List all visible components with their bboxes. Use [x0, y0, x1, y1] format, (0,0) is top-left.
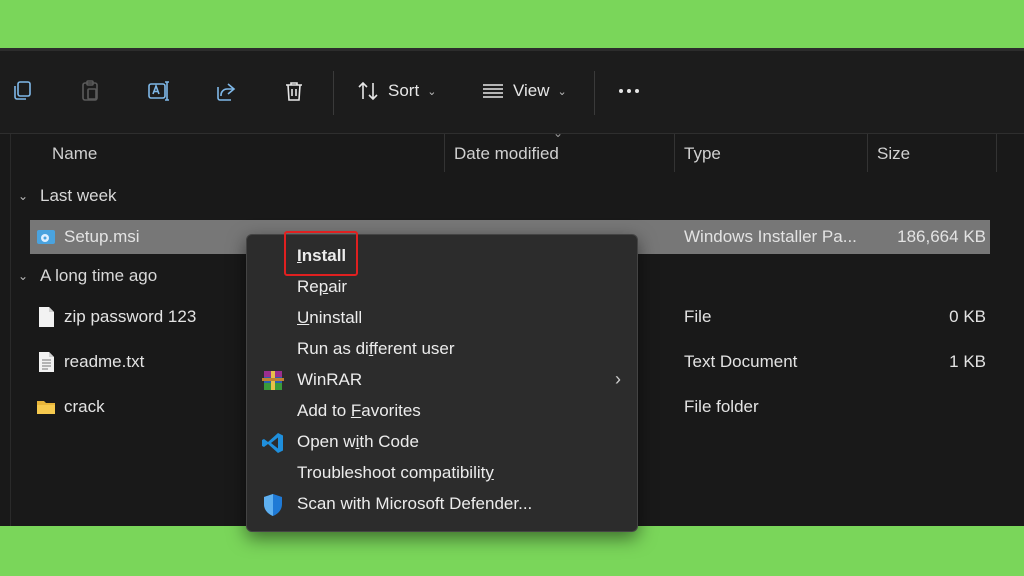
- toolbar-separator: [594, 71, 595, 115]
- file-type: Text Document: [684, 352, 798, 371]
- file-size: 0 KB: [949, 307, 986, 326]
- text-file-icon: [39, 352, 54, 372]
- install-highlight-box: [284, 231, 358, 276]
- share-icon[interactable]: [212, 77, 240, 105]
- sort-icon: [358, 81, 378, 101]
- menu-item-open-with-code[interactable]: Open with Code: [247, 427, 637, 458]
- menu-item-label: Scan with Microsoft Defender...: [297, 494, 533, 513]
- context-menu: Install Repair Uninstall Run as differen…: [246, 234, 638, 532]
- vscode-icon: [262, 433, 283, 453]
- chevron-right-icon: ›: [615, 369, 621, 389]
- file-type: File folder: [684, 397, 759, 416]
- folder-icon: [37, 401, 55, 414]
- menu-item-label: Open with Code: [297, 432, 419, 451]
- group-header-last-week[interactable]: ⌄ Last week: [18, 186, 117, 206]
- column-header-type[interactable]: Type: [684, 144, 721, 164]
- menu-item-repair[interactable]: Repair: [247, 272, 637, 303]
- menu-item-label: Add to Favorites: [297, 401, 421, 420]
- column-header-date[interactable]: Date modified: [454, 144, 559, 164]
- file-type: File: [684, 307, 712, 326]
- sort-indicator-icon: ⌄: [553, 126, 564, 140]
- menu-item-label: Run as different user: [297, 339, 455, 358]
- menu-item-uninstall[interactable]: Uninstall: [247, 303, 637, 334]
- menu-item-scan-with-defender[interactable]: Scan with Microsoft Defender...: [247, 489, 637, 520]
- file-name: readme.txt: [64, 352, 145, 371]
- view-icon: [483, 84, 503, 98]
- dot-icon: [619, 89, 623, 93]
- toolbar-separator: [333, 71, 334, 115]
- column-divider[interactable]: [444, 134, 445, 172]
- dot-icon: [627, 89, 631, 93]
- column-divider[interactable]: [996, 134, 997, 172]
- file-name: crack: [64, 397, 105, 416]
- menu-item-label: Uninstall: [297, 308, 363, 327]
- chevron-down-icon: ⌄: [427, 85, 437, 98]
- menu-item-label: Troubleshoot compatibility: [297, 463, 494, 482]
- rename-icon[interactable]: [144, 77, 172, 105]
- group-label: Last week: [40, 186, 117, 205]
- chevron-down-icon: ⌄: [18, 189, 29, 203]
- view-label: View: [513, 81, 550, 100]
- dot-icon: [635, 89, 639, 93]
- defender-shield-icon: [264, 494, 282, 516]
- column-header-row: Name Date modified Type Size: [0, 134, 1024, 172]
- column-divider[interactable]: [674, 134, 675, 172]
- view-button[interactable]: View ⌄: [481, 77, 567, 105]
- sort-label: Sort: [388, 81, 420, 100]
- delete-icon[interactable]: [280, 77, 308, 105]
- file-name: Setup.msi: [64, 227, 140, 246]
- file-type: Windows Installer Pa...: [684, 227, 857, 246]
- chevron-down-icon: ⌄: [557, 85, 567, 98]
- column-header-name[interactable]: Name: [52, 144, 97, 164]
- column-divider[interactable]: [867, 134, 868, 172]
- file-name: zip password 123: [64, 307, 197, 326]
- sort-button[interactable]: Sort ⌄: [356, 77, 436, 105]
- menu-item-label: Repair: [297, 277, 348, 296]
- file-icon: [39, 307, 54, 327]
- file-size: 186,664 KB: [897, 227, 986, 246]
- command-bar: Sort ⌄ View ⌄: [0, 51, 1024, 134]
- menu-item-add-to-favorites[interactable]: Add to Favorites: [247, 396, 637, 427]
- more-options-button[interactable]: [612, 77, 646, 105]
- column-header-size[interactable]: Size: [877, 144, 910, 164]
- menu-item-troubleshoot-compatibility[interactable]: Troubleshoot compatibility: [247, 458, 637, 489]
- paste-icon[interactable]: [76, 77, 104, 105]
- menu-item-run-as-different-user[interactable]: Run as different user: [247, 334, 637, 365]
- copy-icon[interactable]: [8, 77, 36, 105]
- file-size: 1 KB: [949, 352, 986, 371]
- menu-item-winrar[interactable]: WinRAR ›: [247, 365, 637, 396]
- group-label: A long time ago: [40, 266, 158, 285]
- winrar-icon: [262, 371, 284, 390]
- menu-item-label: WinRAR: [297, 370, 363, 389]
- navigation-pane-edge: [10, 134, 11, 526]
- group-header-long-time-ago[interactable]: ⌄ A long time ago: [18, 266, 157, 286]
- installer-icon: [37, 230, 55, 244]
- chevron-down-icon: ⌄: [18, 269, 29, 283]
